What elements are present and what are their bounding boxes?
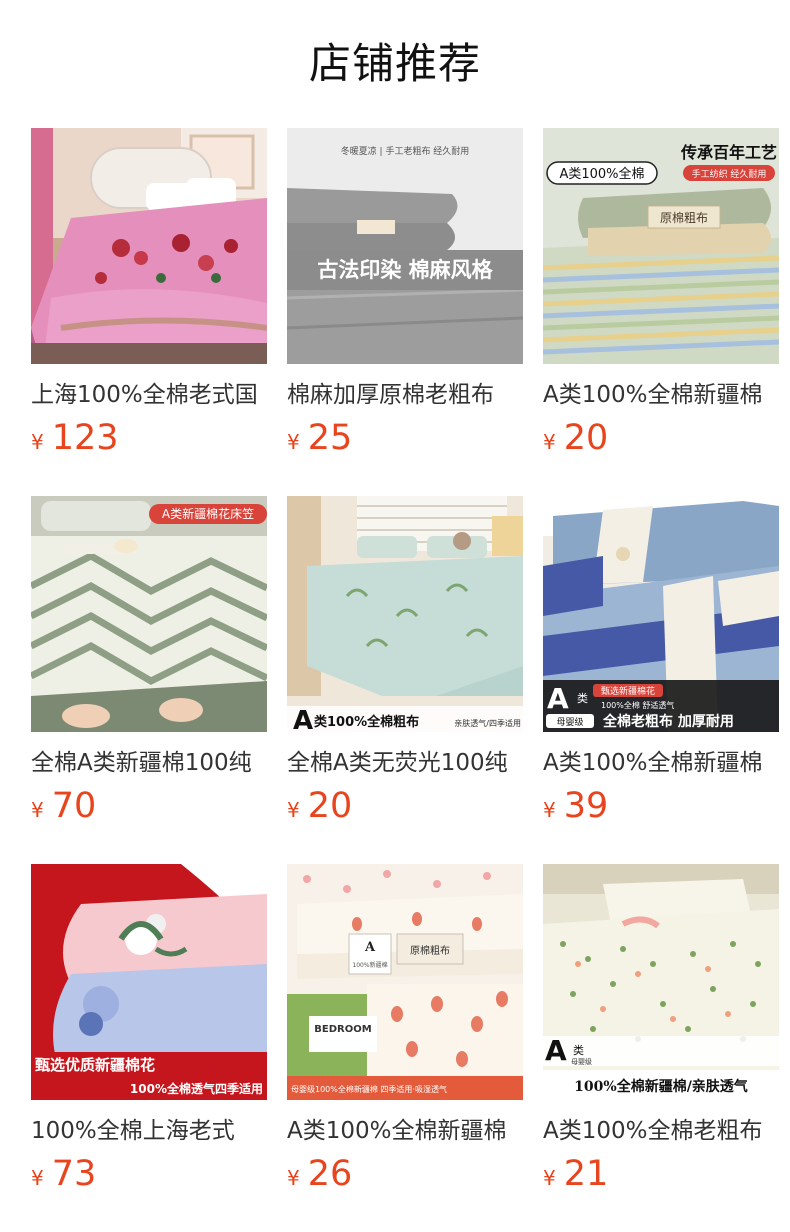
price-value: 20 — [563, 418, 609, 458]
product-price: ¥21 — [543, 1152, 608, 1196]
product-name[interactable]: A类100%全棉老粗布 — [543, 1114, 779, 1148]
image-subtag: 100%全棉 舒适透气 — [601, 700, 674, 710]
currency-symbol: ¥ — [31, 798, 44, 822]
product-name[interactable]: 全棉A类无荧光100纯 — [287, 746, 523, 780]
product-image[interactable]: A 100%新疆棉 原棉粗布 BEDROOM 母婴级100%全棉新疆棉 四季适用… — [287, 864, 523, 1100]
image-logo-letter: A — [364, 940, 376, 955]
price-value: 26 — [307, 1154, 353, 1194]
image-slogan: 甄选优质新疆棉花 — [35, 1056, 155, 1074]
product-name[interactable]: A类100%全棉新疆棉 — [543, 746, 779, 780]
product-price: ¥73 — [31, 1152, 96, 1196]
product-image[interactable]: A 类 母婴级 100%全棉新疆棉/亲肤透气 — [543, 864, 779, 1100]
price-value: 21 — [563, 1154, 609, 1194]
currency-symbol: ¥ — [543, 1166, 556, 1190]
product-grid: 上海100%全棉老式国 ¥123 冬暖夏凉 | 手工老粗布 经久耐用 古法印染 … — [0, 0, 790, 1232]
image-badge: 母婴级 — [556, 716, 583, 728]
price-value: 123 — [51, 418, 119, 458]
product-price: ¥39 — [543, 784, 608, 828]
product-name[interactable]: 上海100%全棉老式国 — [31, 378, 267, 412]
image-slogan: 古法印染 棉麻风格 — [317, 258, 493, 282]
product-name[interactable]: 100%全棉上海老式 — [31, 1114, 267, 1148]
currency-symbol: ¥ — [543, 430, 556, 454]
image-label: 原棉粗布 — [410, 944, 450, 957]
currency-symbol: ¥ — [287, 1166, 300, 1190]
currency-symbol: ¥ — [543, 798, 556, 822]
image-badge: 母婴级 — [571, 1057, 592, 1066]
image-slogan: 全棉老粗布 加厚耐用 — [602, 713, 734, 730]
product-price: ¥26 — [287, 1152, 352, 1196]
product-name[interactable]: 棉麻加厚原棉老粗布 — [287, 378, 523, 412]
currency-symbol: ¥ — [31, 1166, 44, 1190]
product-image[interactable]: A 类100%全棉粗布 亲肤透气/四季适用 — [287, 496, 523, 732]
image-tag: 甄选新疆棉花 — [601, 685, 655, 697]
product-price: ¥20 — [543, 416, 608, 460]
image-slogan: 传承百年工艺 — [680, 143, 777, 162]
currency-symbol: ¥ — [287, 430, 300, 454]
image-logo-letter: A — [547, 682, 569, 715]
image-label: 原棉粗布 — [660, 211, 708, 225]
image-tag: 100%全棉透气四季适用 — [130, 1081, 263, 1096]
product-name[interactable]: A类100%全棉新疆棉 — [543, 378, 779, 412]
image-logo-sub: 类 — [573, 1043, 584, 1057]
currency-symbol: ¥ — [31, 430, 44, 454]
image-tag: 亲肤透气/四季适用 — [454, 718, 521, 728]
price-value: 70 — [51, 786, 97, 826]
product-image[interactable]: A类新疆棉花床笠 — [31, 496, 267, 732]
product-price: ¥70 — [31, 784, 96, 828]
image-tag: A类新疆棉花床笠 — [162, 506, 254, 521]
image-badge: A类100%全棉 — [559, 166, 644, 182]
price-value: 39 — [563, 786, 609, 826]
image-logo: BEDROOM — [314, 1024, 371, 1035]
product-image[interactable]: 原棉粗布 A类100%全棉 传承百年工艺 手工纺织 经久耐用 — [543, 128, 779, 364]
product-image[interactable] — [31, 128, 267, 364]
image-logo-sub: 类 — [577, 691, 588, 705]
product-price: ¥25 — [287, 416, 352, 460]
image-slogan: 类100%全棉粗布 — [314, 714, 419, 730]
image-caption: 冬暖夏凉 | 手工老粗布 经久耐用 — [341, 145, 470, 157]
image-slogan: 100%全棉新疆棉/亲肤透气 — [574, 1078, 748, 1095]
image-tag: 手工纺织 经久耐用 — [692, 168, 767, 180]
product-image[interactable]: 甄选优质新疆棉花 100%全棉透气四季适用 — [31, 864, 267, 1100]
image-tag: 100%新疆棉 — [352, 961, 387, 969]
product-name[interactable]: A类100%全棉新疆棉 — [287, 1114, 523, 1148]
product-name[interactable]: 全棉A类新疆棉100纯 — [31, 746, 267, 780]
price-value: 25 — [307, 418, 353, 458]
product-price: ¥123 — [31, 416, 119, 460]
image-logo-letter: A — [293, 706, 313, 732]
image-slogan: 母婴级100%全棉新疆棉 四季适用·吸湿透气 — [291, 1084, 447, 1094]
product-price: ¥20 — [287, 784, 352, 828]
product-image[interactable]: A 类 母婴级 甄选新疆棉花 100%全棉 舒适透气 全棉老粗布 加厚耐用 — [543, 496, 779, 732]
image-logo-letter: A — [545, 1034, 567, 1067]
price-value: 73 — [51, 1154, 97, 1194]
product-image[interactable]: 冬暖夏凉 | 手工老粗布 经久耐用 古法印染 棉麻风格 — [287, 128, 523, 364]
currency-symbol: ¥ — [287, 798, 300, 822]
price-value: 20 — [307, 786, 353, 826]
